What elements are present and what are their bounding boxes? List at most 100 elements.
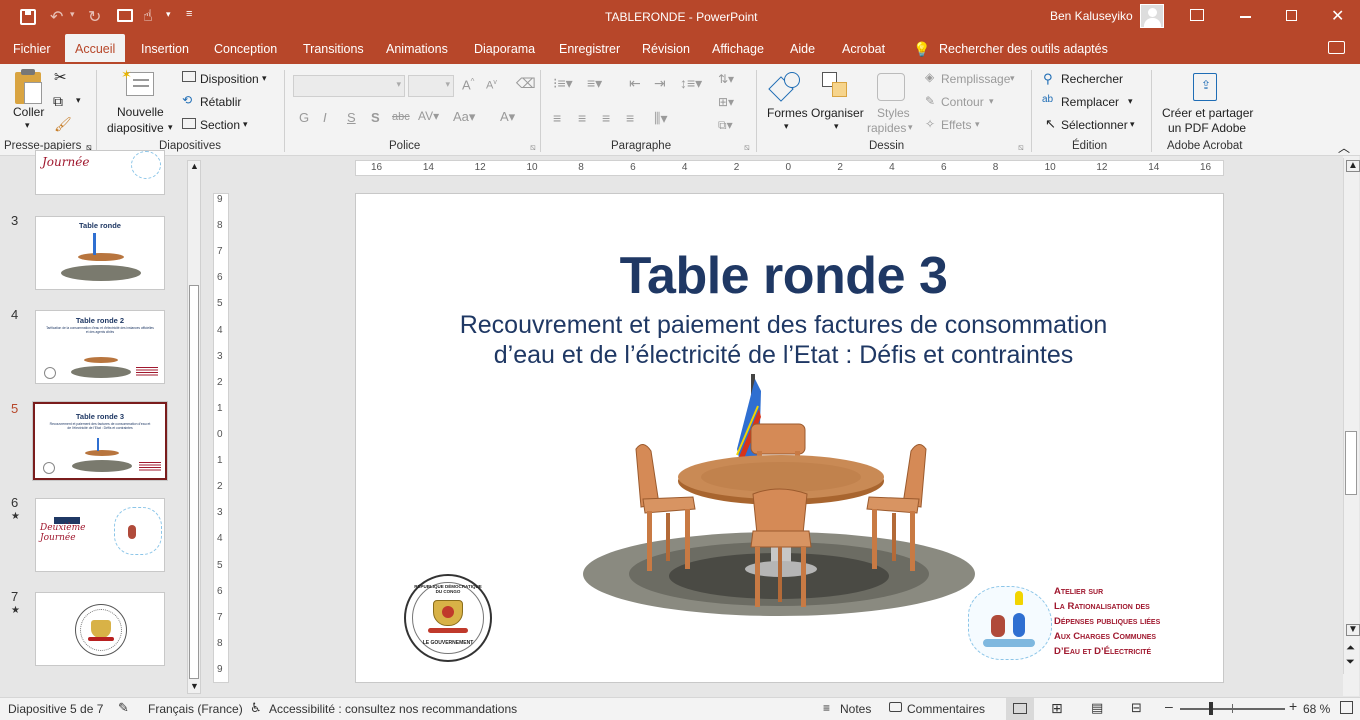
next-slide-icon[interactable]: ⏷ [1346, 656, 1355, 669]
paste-dropdown-icon[interactable]: ▾ [25, 120, 30, 131]
zoom-slider-handle[interactable] [1209, 702, 1213, 715]
tab-transitions[interactable]: Transitions [303, 34, 364, 64]
arrange-dropdown-icon[interactable]: ▾ [834, 121, 839, 132]
layout-dropdown-icon[interactable]: ▾ [262, 73, 267, 84]
scroll-up-icon[interactable]: ▲ [1346, 160, 1360, 172]
shapes-icon[interactable] [768, 72, 802, 102]
close-icon[interactable]: ✕ [1331, 6, 1344, 26]
quick-styles-button[interactable]: rapides [867, 121, 906, 135]
normal-view-icon[interactable] [1006, 698, 1034, 720]
shape-outline-button[interactable]: Contour [941, 95, 984, 109]
numbering-icon[interactable]: ≡▾ [587, 75, 602, 92]
scroll-down-icon[interactable]: ▼ [1346, 624, 1360, 636]
reset-button[interactable]: Rétablir [200, 95, 241, 109]
minimize-icon[interactable] [1240, 16, 1251, 18]
cut-icon[interactable]: ✂ [54, 68, 67, 86]
tab-animations[interactable]: Animations [386, 34, 448, 64]
tab-revision[interactable]: Révision [642, 34, 690, 64]
shape-outline-dropdown-icon[interactable]: ▾ [989, 96, 994, 107]
new-slide-dropdown-icon[interactable]: ▾ [168, 122, 173, 133]
grow-font-icon[interactable]: A^ [462, 77, 474, 92]
comments-icon[interactable] [1328, 41, 1345, 54]
avatar[interactable] [1140, 4, 1164, 28]
slide-subtitle-line-2[interactable]: d’eau et de l’électricité de l’Etat : Dé… [356, 341, 1211, 370]
paste-icon[interactable] [15, 69, 42, 104]
text-shadow-button[interactable]: S [371, 110, 380, 125]
touch-dropdown-icon[interactable]: ▾ [166, 9, 171, 20]
create-pdf-label-1[interactable]: Créer et partager [1162, 106, 1253, 120]
user-name[interactable]: Ben Kaluseyiko [1050, 9, 1133, 23]
shape-outline-icon[interactable]: ✎ [925, 94, 935, 108]
quick-styles-dropdown-icon[interactable]: ▾ [908, 122, 913, 133]
tab-acrobat[interactable]: Acrobat [842, 34, 885, 64]
underline-button[interactable]: S [347, 110, 356, 125]
editor-scrollbar-track[interactable]: ▲ ▼ ⏶ ⏷ [1343, 158, 1360, 674]
tab-accueil[interactable]: Accueil [65, 34, 126, 64]
scroll-thumb[interactable] [1345, 431, 1357, 495]
arrange-button[interactable]: Organiser [811, 106, 864, 120]
slide-subtitle-line-1[interactable]: Recouvrement et paiement des factures de… [356, 311, 1211, 340]
undo-icon[interactable]: ↶ [50, 7, 63, 27]
shapes-dropdown-icon[interactable]: ▾ [784, 121, 789, 132]
ribbon-display-options-icon[interactable] [1190, 9, 1204, 21]
thumbnail-slide-4[interactable]: Table ronde 2 Tarification de la consomm… [35, 310, 165, 384]
copy-icon[interactable]: ⧉ [53, 93, 63, 110]
thumbnail-scrollbar[interactable]: ▲ ▼ [187, 160, 201, 694]
layout-button[interactable]: Disposition [200, 72, 259, 86]
arrange-icon[interactable] [822, 72, 850, 100]
tab-conception[interactable]: Conception [214, 34, 277, 64]
replace-dropdown-icon[interactable]: ▾ [1128, 96, 1133, 107]
find-button[interactable]: Rechercher [1061, 72, 1123, 86]
section-icon[interactable] [182, 118, 196, 129]
find-icon[interactable]: ⚲ [1043, 71, 1053, 87]
clear-formatting-icon[interactable]: ⌫ [516, 75, 536, 92]
align-left-icon[interactable]: ≡ [553, 110, 561, 126]
char-spacing-icon[interactable]: AV▾ [418, 109, 439, 123]
replace-icon[interactable]: ab [1042, 94, 1053, 105]
thumbnail-slide-3[interactable]: Table ronde [35, 216, 165, 290]
shape-fill-dropdown-icon[interactable]: ▾ [1010, 73, 1015, 84]
search-tools-input[interactable]: Rechercher des outils adaptés [939, 34, 1108, 64]
tab-affichage[interactable]: Affichage [712, 34, 764, 64]
slide-sorter-icon[interactable]: ⊞ [1051, 700, 1063, 717]
shape-fill-button[interactable]: Remplissage [941, 72, 1010, 86]
zoom-out-icon[interactable]: – [1165, 698, 1173, 714]
tab-fichier[interactable]: Fichier [13, 34, 51, 64]
fit-to-window-icon[interactable] [1340, 701, 1353, 714]
change-case-icon[interactable]: Aa▾ [453, 109, 475, 125]
increase-indent-icon[interactable]: ⇥ [654, 75, 666, 92]
scroll-down-icon[interactable]: ▼ [190, 681, 199, 691]
text-direction-icon[interactable]: ⇅▾ [718, 72, 734, 86]
reading-view-icon[interactable]: ▤ [1091, 700, 1103, 716]
section-dropdown-icon[interactable]: ▾ [243, 119, 248, 130]
layout-icon[interactable] [182, 71, 196, 82]
undo-dropdown-icon[interactable]: ▾ [70, 9, 75, 20]
line-spacing-icon[interactable]: ↕≡▾ [680, 75, 702, 92]
customize-qat-icon[interactable]: ≡ [186, 8, 192, 20]
strikethrough-button[interactable]: abc [392, 111, 410, 123]
tab-aide[interactable]: Aide [790, 34, 815, 64]
comments-icon[interactable] [889, 702, 902, 712]
tab-enregistrer[interactable]: Enregistrer [559, 34, 620, 64]
bold-button[interactable]: G [299, 110, 309, 125]
drawing-dialog-launcher-icon[interactable]: ⧅ [1018, 142, 1024, 153]
italic-button[interactable]: I [323, 110, 327, 125]
paragraph-dialog-launcher-icon[interactable]: ⧅ [744, 142, 750, 153]
quick-styles-label-1[interactable]: Styles [877, 106, 910, 120]
quick-styles-icon[interactable] [877, 73, 905, 101]
bullets-icon[interactable]: ⁝≡▾ [553, 75, 573, 92]
notes-button[interactable]: Notes [840, 702, 871, 716]
select-dropdown-icon[interactable]: ▾ [1130, 119, 1135, 130]
current-slide[interactable]: Table ronde 3 Recouvrement et paiement d… [355, 193, 1224, 683]
slide-title[interactable]: Table ronde 3 [356, 246, 1211, 306]
language-status[interactable]: Français (France) [148, 702, 243, 716]
new-slide-label-1[interactable]: Nouvelle [117, 105, 164, 119]
align-text-icon[interactable]: ⊞▾ [718, 95, 734, 109]
round-table-picture[interactable] [581, 369, 981, 624]
reset-icon[interactable]: ⟲ [182, 93, 192, 107]
accessibility-icon[interactable]: ♿ [250, 700, 262, 716]
present-from-start-icon[interactable] [117, 9, 133, 22]
format-painter-icon[interactable]: 🖌 [54, 116, 72, 133]
zoom-in-icon[interactable]: + [1289, 698, 1297, 714]
tab-insertion[interactable]: Insertion [141, 34, 189, 64]
